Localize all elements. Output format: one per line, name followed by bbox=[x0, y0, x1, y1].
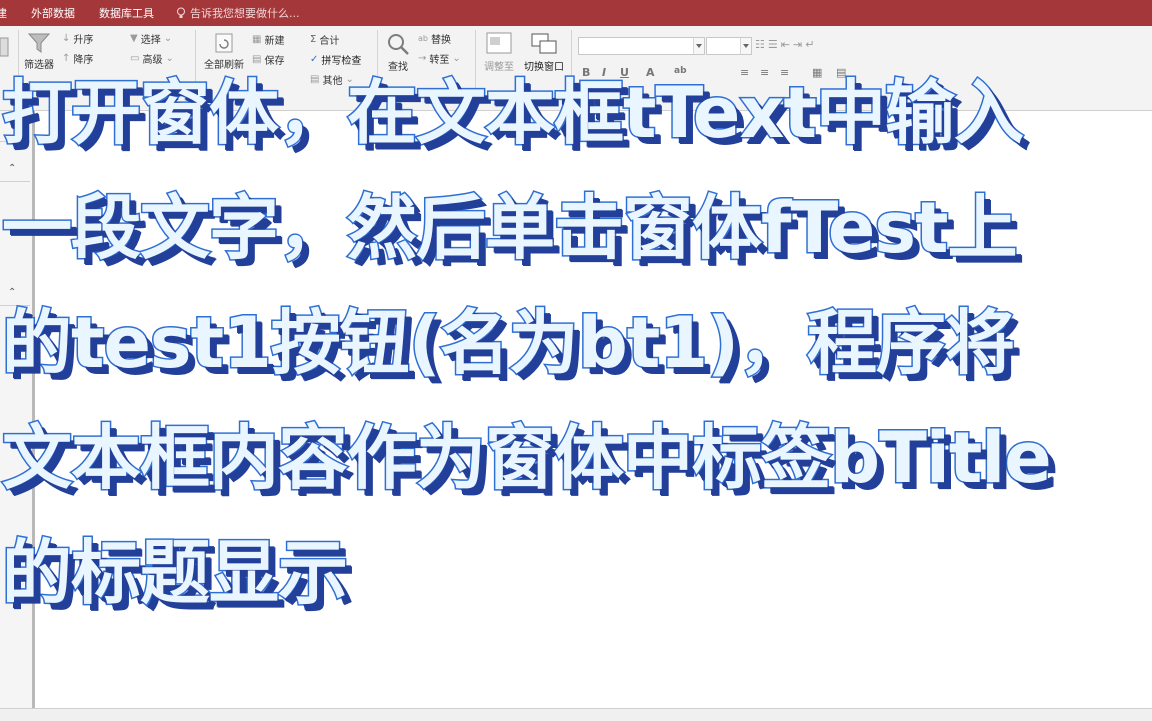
view-icon bbox=[0, 37, 9, 57]
chevron-down-icon[interactable] bbox=[693, 38, 704, 54]
tab-external-data[interactable]: 外部数据 bbox=[19, 5, 87, 21]
sort-ascending-icon: ↓ bbox=[62, 33, 71, 44]
tutorial-caption: 打开窗体，在文本框tText中输入 一段文字，然后单击窗体fTest上 的tes… bbox=[1, 56, 1152, 631]
switch-windows-icon bbox=[531, 33, 557, 54]
caption-line: 一段文字，然后单击窗体fTest上 bbox=[1, 186, 1020, 271]
totals-button[interactable]: Σ 合计 bbox=[310, 32, 339, 47]
funnel-icon bbox=[27, 33, 51, 53]
size-to-fit-icon bbox=[486, 32, 512, 54]
indent-decrease-icon[interactable]: ⇤ bbox=[781, 38, 790, 51]
caption-line: 文本框内容作为窗体中标签bTitle bbox=[1, 416, 1054, 501]
selection-label: 选择 bbox=[140, 35, 161, 46]
replace-icon: ab bbox=[418, 34, 428, 43]
bullets-icon[interactable]: ☷ bbox=[755, 38, 765, 51]
chevron-down-icon: ⌄ bbox=[163, 33, 173, 44]
caption-line: 打开窗体，在文本框tText中输入 bbox=[1, 71, 1026, 156]
caption-line: 的标题显示 bbox=[1, 531, 350, 616]
selection-dropdown[interactable]: ▼ 选择 ⌄ bbox=[130, 31, 172, 46]
lightbulb-icon bbox=[177, 7, 185, 18]
numbering-icon[interactable]: ☰ bbox=[768, 38, 778, 51]
replace-label: 替换 bbox=[430, 35, 451, 46]
tab-database-tools[interactable]: 数据库工具 bbox=[87, 5, 166, 21]
caption-line: 的test1按钮(名为bt1)，程序将 bbox=[1, 301, 1017, 386]
indent-increase-icon[interactable]: ⇥ bbox=[793, 38, 802, 51]
paragraph-icon[interactable]: ↵ bbox=[805, 38, 814, 51]
selection-filter-icon: ▼ bbox=[130, 33, 138, 44]
totals-label: 合计 bbox=[319, 36, 340, 47]
tell-me-placeholder: 告诉我您想要做什么... bbox=[190, 7, 300, 20]
tell-me-search[interactable]: 告诉我您想要做什么... bbox=[166, 5, 300, 21]
list-buttons[interactable]: ☷ ☰ ⇤ ⇥ ↵ bbox=[755, 38, 814, 51]
search-icon bbox=[388, 34, 409, 55]
chevron-down-icon[interactable] bbox=[740, 38, 751, 54]
status-bar bbox=[0, 708, 1152, 721]
refresh-icon bbox=[215, 33, 233, 53]
new-record-icon: ▦ bbox=[252, 34, 262, 45]
view-button-fragment[interactable] bbox=[0, 36, 10, 58]
new-record-label: 新建 bbox=[264, 36, 285, 47]
tab-create[interactable]: 建 bbox=[0, 5, 19, 21]
sort-ascending-label: 升序 bbox=[73, 35, 94, 46]
replace-button[interactable]: ab 替换 bbox=[418, 31, 451, 46]
font-size-combo[interactable] bbox=[706, 37, 752, 55]
font-name-combo[interactable] bbox=[578, 37, 705, 55]
sigma-icon: Σ bbox=[310, 34, 317, 45]
new-record-button[interactable]: ▦ 新建 bbox=[252, 32, 284, 47]
ribbon-tab-bar: 建 外部数据 数据库工具 告诉我您想要做什么... bbox=[0, 0, 1152, 26]
sort-ascending-button[interactable]: ↓ 升序 bbox=[62, 31, 93, 46]
